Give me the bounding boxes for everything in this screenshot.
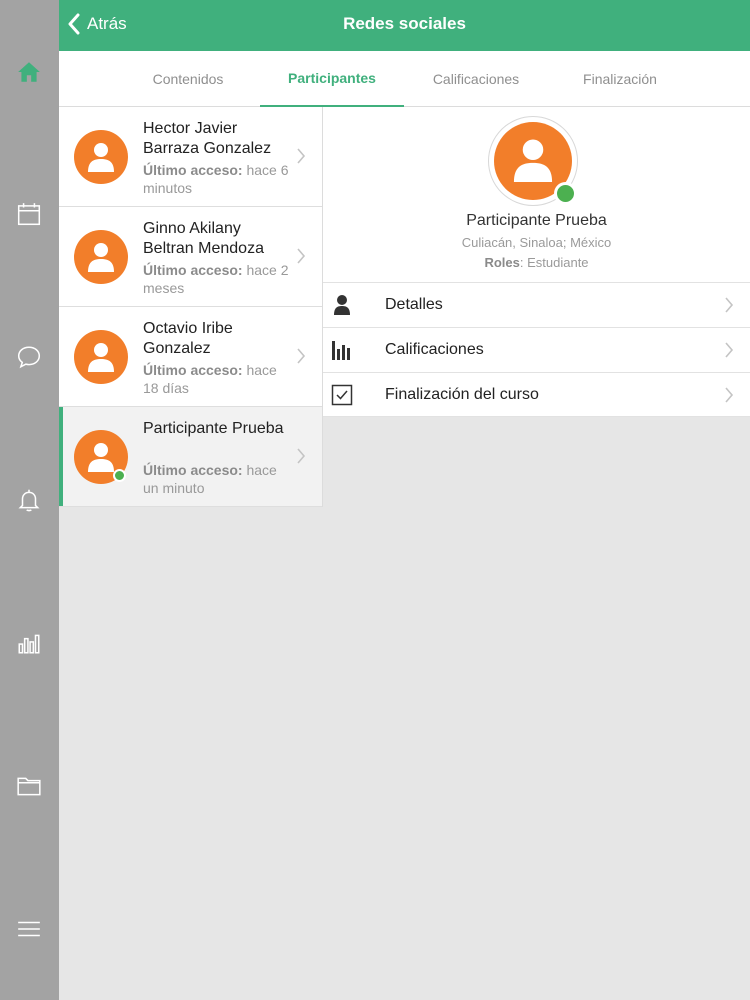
user-icon	[88, 243, 114, 272]
profile-roles: Roles: Estudiante	[484, 255, 589, 270]
last-access: Último acceso: hace 18 días	[143, 362, 277, 396]
last-access: Último acceso: hace un minuto	[143, 462, 277, 496]
calendar-icon[interactable]	[13, 198, 45, 230]
participant-item[interactable]: Hector Javier Barraza Gonzalez Último ac…	[59, 107, 322, 207]
participant-item[interactable]: Ginno Akilany Beltran Mendoza Último acc…	[59, 207, 322, 307]
chevron-right-icon	[725, 342, 734, 358]
grades-row[interactable]: Calificaciones	[323, 327, 750, 372]
participants-list: Hector Javier Barraza Gonzalez Último ac…	[59, 107, 323, 507]
bar-chart-icon[interactable]	[13, 627, 45, 659]
tab-finalizacion[interactable]: Finalización	[548, 51, 692, 107]
user-icon	[88, 343, 114, 372]
menu-label: Calificaciones	[385, 341, 484, 358]
user-icon	[88, 443, 114, 472]
profile-menu: Detalles Calificaciones Finalización del…	[323, 282, 750, 417]
participant-name: Hector Javier Barraza Gonzalez	[143, 120, 272, 157]
chat-icon[interactable]	[13, 341, 45, 373]
avatar	[74, 130, 128, 184]
user-icon	[88, 143, 114, 172]
participant-name: Participante Prueba	[143, 420, 284, 437]
tab-contenidos[interactable]: Contenidos	[116, 51, 260, 107]
home-icon[interactable]	[13, 56, 45, 88]
top-bar: Atrás Redes sociales	[59, 0, 750, 51]
details-row[interactable]: Detalles	[323, 282, 750, 327]
bar-chart-icon	[332, 341, 350, 360]
chevron-right-icon	[725, 387, 734, 403]
avatar	[74, 230, 128, 284]
participant-name: Octavio Iribe Gonzalez	[143, 320, 233, 357]
participant-item[interactable]: Octavio Iribe Gonzalez Último acceso: ha…	[59, 307, 322, 407]
user-icon	[513, 139, 553, 182]
profile-name: Participante Prueba	[466, 212, 607, 229]
profile-location: Culiacán, Sinaloa; México	[461, 235, 612, 250]
participant-item-selected[interactable]: Participante Prueba Último acceso: hace …	[59, 407, 322, 507]
avatar	[74, 330, 128, 384]
participant-name: Ginno Akilany Beltran Mendoza	[143, 220, 264, 257]
profile-avatar	[488, 116, 578, 206]
chevron-right-icon	[297, 148, 306, 164]
course-completion-row[interactable]: Finalización del curso	[323, 372, 750, 417]
tab-calificaciones[interactable]: Calificaciones	[404, 51, 548, 107]
last-access: Último acceso: hace 6 minutos	[143, 162, 289, 196]
side-rail	[0, 0, 59, 1000]
chevron-right-icon	[297, 348, 306, 364]
checkbox-icon	[331, 384, 353, 406]
chevron-right-icon	[725, 297, 734, 313]
tab-bar: Contenidos Participantes Calificaciones …	[59, 51, 750, 107]
folder-icon[interactable]	[13, 770, 45, 802]
online-status-dot	[554, 182, 577, 205]
last-access: Último acceso: hace 2 meses	[143, 262, 289, 296]
tab-participantes[interactable]: Participantes	[260, 51, 404, 107]
menu-label: Finalización del curso	[385, 386, 539, 403]
page-title: Redes sociales	[343, 14, 466, 33]
chevron-right-icon	[297, 248, 306, 264]
menu-label: Detalles	[385, 296, 443, 313]
chevron-right-icon	[297, 448, 306, 464]
menu-icon[interactable]	[13, 913, 45, 945]
bell-icon[interactable]	[13, 484, 45, 516]
participant-detail: Participante Prueba Culiacán, Sinaloa; M…	[323, 107, 750, 417]
person-icon	[334, 295, 350, 315]
online-status-dot	[113, 469, 126, 482]
